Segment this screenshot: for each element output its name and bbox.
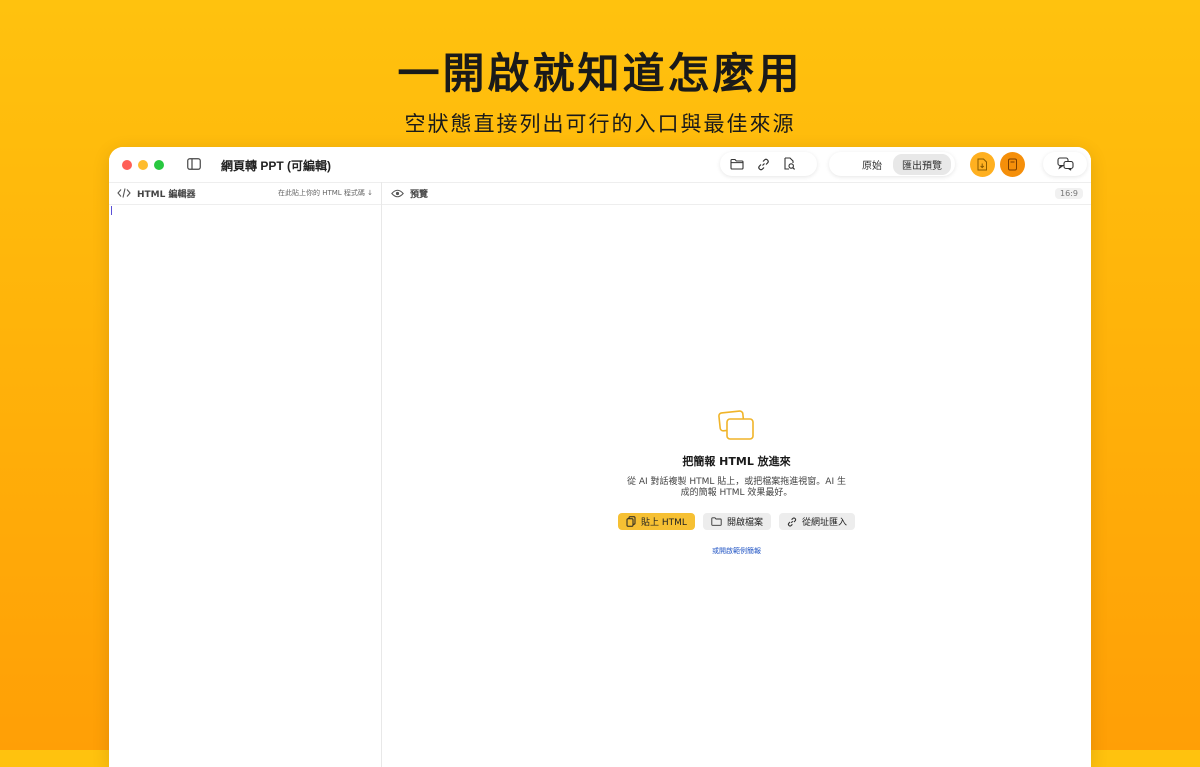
feedback-group xyxy=(1043,152,1087,176)
view-mode-original[interactable]: 原始 xyxy=(853,154,891,175)
preview-header: 預覽 16:9 xyxy=(382,182,1091,205)
open-file-label: 開啟檔案 xyxy=(726,518,763,528)
paste-html-label: 貼上 HTML xyxy=(641,518,687,528)
search-document-button[interactable] xyxy=(776,152,802,176)
editor-header: HTML 編輯器 在此貼上你的 HTML 程式碼 ↓ xyxy=(109,182,381,205)
feedback-button[interactable] xyxy=(1052,152,1078,176)
editor-label: HTML 編輯器 xyxy=(137,189,196,200)
open-sample-link[interactable]: 或開啟範例簡報 xyxy=(382,546,1091,556)
titlebar: 網頁轉 PPT (可編輯) 原始 匯出預覽 xyxy=(109,147,1091,183)
empty-state-actions: 貼上 HTML 開啟檔案 從網址匯入 xyxy=(382,513,1091,530)
eye-icon xyxy=(391,189,404,197)
zoom-window-button[interactable] xyxy=(154,160,164,170)
empty-state-description: 從 AI 對話複製 HTML 貼上，或把檔案拖進視窗。AI 生成的簡報 HTML… xyxy=(627,477,846,498)
view-mode-segmented: 原始 匯出預覽 xyxy=(829,152,955,176)
view-mode-export-preview[interactable]: 匯出預覽 xyxy=(893,153,951,175)
sidebar-toggle-button[interactable] xyxy=(182,153,206,175)
sidebar-icon xyxy=(187,158,201,170)
folder-icon xyxy=(711,517,722,526)
paste-icon xyxy=(626,516,636,527)
open-folder-button[interactable] xyxy=(724,152,750,176)
editor-hint: 在此貼上你的 HTML 程式碼 ↓ xyxy=(277,189,373,197)
hero-title: 一開啟就知道怎麼用 xyxy=(397,49,803,98)
import-url-button[interactable] xyxy=(750,152,776,176)
export-slides-button[interactable] xyxy=(1000,152,1025,177)
app-window: 網頁轉 PPT (可編輯) 原始 匯出預覽 HTML 編輯器 在此貼上你的 HT… xyxy=(109,147,1091,767)
minimize-window-button[interactable] xyxy=(138,160,148,170)
window-title: 網頁轉 PPT (可編輯) xyxy=(221,159,331,173)
paste-html-button[interactable]: 貼上 HTML xyxy=(618,513,695,530)
preview-label: 預覽 xyxy=(410,189,429,200)
folder-icon xyxy=(730,158,744,170)
hero-subtitle: 空狀態直接列出可行的入口與最佳來源 xyxy=(404,112,796,136)
import-from-url-label: 從網址匯入 xyxy=(801,518,847,528)
link-icon xyxy=(757,158,769,170)
aspect-ratio-badge[interactable]: 16:9 xyxy=(1055,187,1083,199)
code-icon xyxy=(117,188,131,198)
document-search-icon xyxy=(783,157,795,170)
slides-icon xyxy=(1008,158,1017,171)
chat-bubbles-icon xyxy=(1056,157,1074,171)
import-toolbar xyxy=(720,152,817,176)
export-ppt-button[interactable] xyxy=(970,152,995,177)
import-from-url-button[interactable]: 從網址匯入 xyxy=(778,513,855,530)
text-cursor xyxy=(111,206,112,215)
slides-stack-icon xyxy=(717,410,754,440)
empty-state: 把簡報 HTML 放進來 從 AI 對話複製 HTML 貼上，或把檔案拖進視窗。… xyxy=(382,410,1091,556)
close-window-button[interactable] xyxy=(122,160,132,170)
html-editor-textarea[interactable] xyxy=(109,205,381,767)
open-file-button[interactable]: 開啟檔案 xyxy=(702,513,771,530)
export-document-icon xyxy=(977,158,987,171)
link-icon xyxy=(787,516,797,527)
empty-state-title: 把簡報 HTML 放進來 xyxy=(682,455,791,468)
